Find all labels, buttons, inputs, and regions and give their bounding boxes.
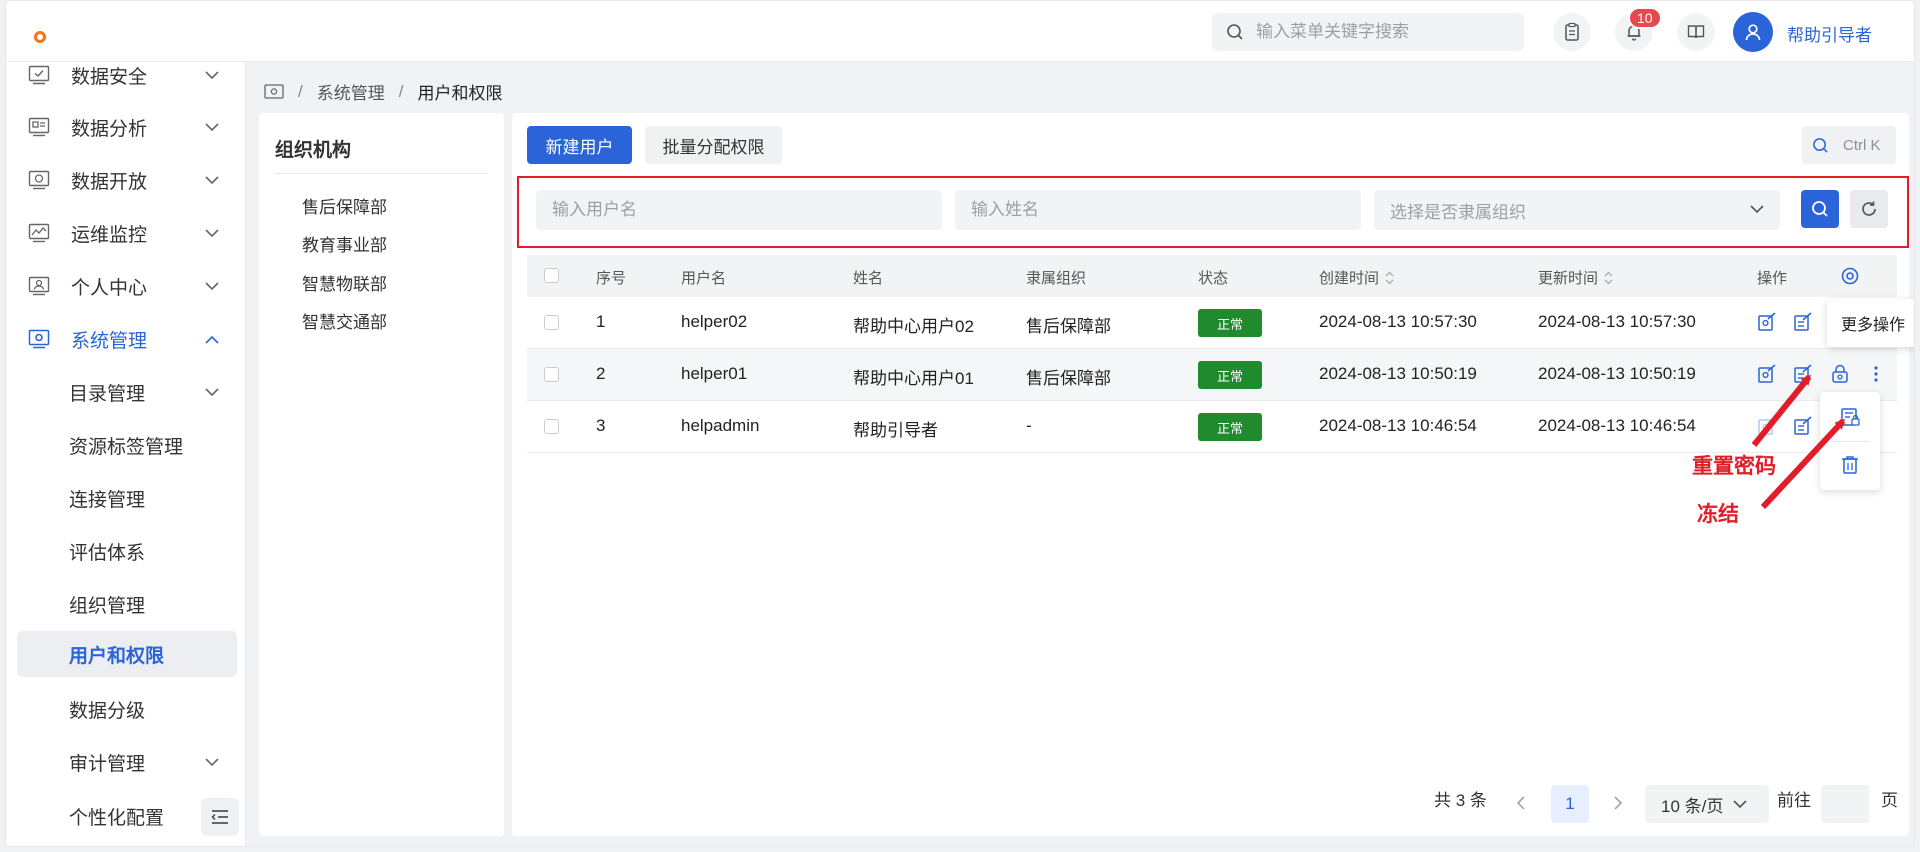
prev-page-button[interactable]: [1509, 792, 1531, 814]
annotation-reset-password: 重置密码: [1692, 455, 1776, 478]
annotation-freeze: 冻结: [1697, 503, 1739, 526]
pagination-total: 共 3 条: [1434, 791, 1487, 810]
page-size-select[interactable]: 10 条/页: [1645, 785, 1769, 823]
annotation-arrows: [1751, 374, 1846, 510]
next-page-button[interactable]: [1607, 792, 1629, 814]
app-window: 10 帮助引导者 数据安全 数据分析 数据开放 运维监控: [5, 0, 1915, 847]
chevron-right-icon: [1613, 796, 1622, 810]
page-number-current[interactable]: 1: [1551, 785, 1589, 823]
chevron-down-icon: [1733, 799, 1747, 808]
page-suffix-label: 页: [1881, 791, 1898, 810]
goto-label: 前往: [1777, 791, 1811, 810]
chevron-left-icon: [1516, 796, 1525, 810]
page-size-value: 10 条/页: [1661, 796, 1724, 816]
goto-page-input[interactable]: [1821, 785, 1869, 823]
